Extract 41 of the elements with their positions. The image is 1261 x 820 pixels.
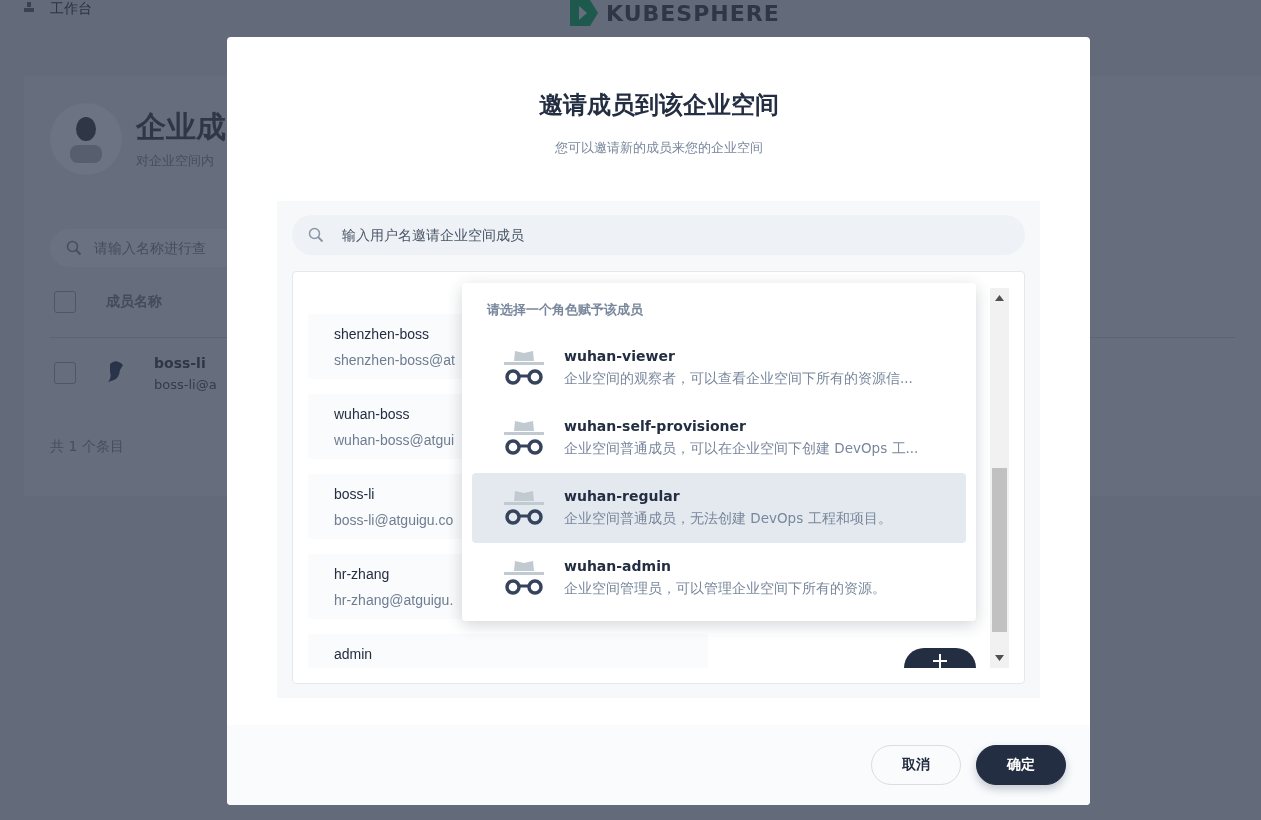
user-search-field[interactable]: 输入用户名邀请企业空间成员 <box>292 215 1025 255</box>
user-email: boss-li@atguigu.co <box>334 512 454 528</box>
user-name: hr-zhang <box>334 566 390 582</box>
user-name: shenzhen-boss <box>334 326 429 342</box>
member-name: boss-li <box>154 354 207 371</box>
user-email: shenzhen-boss@at <box>334 352 455 368</box>
role-option[interactable]: wuhan-regular 企业空间普通成员，无法创建 DevOps 工程和项目。 <box>472 473 966 543</box>
cancel-button[interactable]: 取消 <box>871 745 961 785</box>
user-card[interactable]: admin <box>308 634 708 668</box>
scroll-down-icon[interactable] <box>995 655 1004 661</box>
dialog-title: 邀请成员到该企业空间 <box>538 90 779 121</box>
confirm-button[interactable]: 确定 <box>976 745 1066 785</box>
user-name: wuhan-boss <box>334 406 410 422</box>
scrollbar-thumb[interactable] <box>992 468 1007 632</box>
incognito-icon <box>502 349 546 387</box>
role-option[interactable]: wuhan-viewer 企业空间的观察者，可以查看企业空间下所有的资源信... <box>472 333 966 403</box>
user-email: wuhan-boss@atgui <box>334 432 455 448</box>
incognito-icon <box>502 559 546 597</box>
role-name: wuhan-regular <box>564 488 681 504</box>
role-description: 企业空间普通成员，无法创建 DevOps 工程和项目。 <box>564 510 892 528</box>
search-icon <box>308 227 324 243</box>
incognito-icon <box>502 419 546 457</box>
search-icon <box>66 240 82 256</box>
role-menu-title: 请选择一个角色赋予该成员 <box>485 301 644 319</box>
role-name: wuhan-viewer <box>564 348 676 364</box>
dialog-subtitle: 您可以邀请新的成员来您的企业空间 <box>554 139 763 157</box>
role-option[interactable]: wuhan-self-provisioner 企业空间普通成员，可以在企业空间下创建 DevOps 工... <box>472 403 966 473</box>
workbench-icon <box>22 0 36 14</box>
role-description: 企业空间的观察者，可以查看企业空间下所有的资源信... <box>564 370 913 388</box>
role-description: 企业空间普通成员，可以在企业空间下创建 DevOps 工... <box>564 440 919 458</box>
role-name: wuhan-self-provisioner <box>564 418 747 434</box>
user-name: boss-li <box>334 486 375 502</box>
role-description: 企业空间管理员，可以管理企业空间下所有的资源。 <box>564 580 886 598</box>
plus-icon <box>933 654 947 668</box>
role-option[interactable]: wuhan-admin 企业空间管理员，可以管理企业空间下所有的资源。 <box>472 543 966 613</box>
user-email: hr-zhang@atguigu. <box>334 592 454 608</box>
user-name: admin <box>334 646 373 662</box>
scrollbar[interactable] <box>990 288 1009 668</box>
role-name: wuhan-admin <box>564 558 672 574</box>
incognito-icon <box>502 489 546 527</box>
scroll-up-icon[interactable] <box>995 295 1004 301</box>
